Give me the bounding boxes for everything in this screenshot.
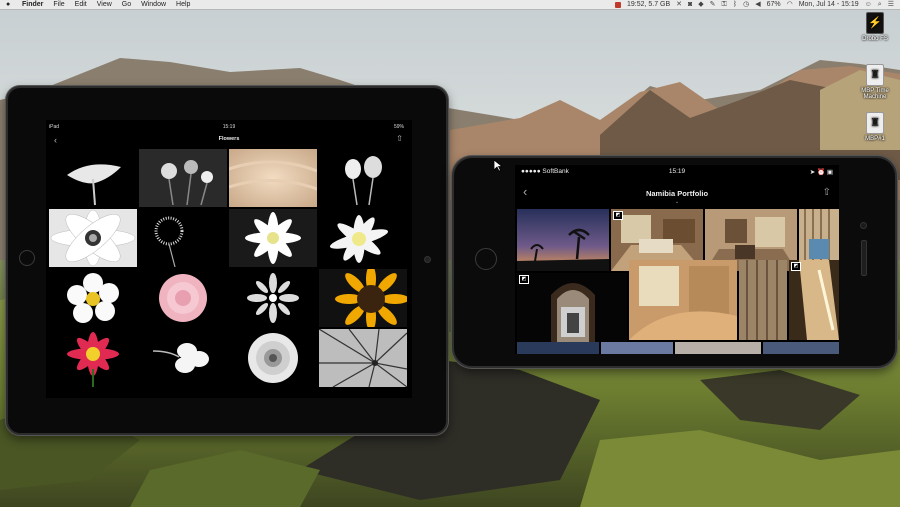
cs-icon[interactable]: ◙ [688,0,692,9]
drobo-icon: ⚡ [866,12,884,34]
tool-icon[interactable]: ✎ [710,0,716,9]
iphone-screen: ●●●●● SoftBank 15:19 ➤ ⏰ ▣ ‹ Namibia Por… [515,165,839,354]
iphone-home-button[interactable] [475,248,497,270]
ipad-screen: iPad 15:19 59% ‹ Flowers ⇧ [46,120,412,398]
photo-type-icon: ◩ [791,262,801,271]
photo-thumbnail[interactable] [319,269,407,327]
desktop-icon-label: Drobo FS [862,36,888,42]
photo-thumbnail[interactable] [139,329,227,387]
wifi-icon[interactable]: ◠ [787,0,793,9]
user-icon[interactable]: ☺ [865,0,872,9]
photo-type-icon: ◩ [613,211,623,220]
photo-thumbnail[interactable] [139,269,227,327]
menu-bar: ● Finder File Edit View Go Window Help 1… [0,0,900,10]
photo-thumbnail[interactable] [629,260,737,340]
menu-app-name[interactable]: Finder [22,0,43,9]
ipad-home-button[interactable] [19,250,35,266]
iphone-status-bar: ●●●●● SoftBank 15:19 ➤ ⏰ ▣ [515,168,839,178]
ipad-status-bar: iPad 15:19 59% [46,124,412,132]
share-icon[interactable]: ⇧ [396,134,403,143]
spotlight-search-icon[interactable]: ⌕ [878,0,882,9]
iphone-speaker [861,240,867,276]
photo-thumbnail[interactable] [49,329,137,387]
photo-thumbnail[interactable]: ◩ [789,260,839,340]
photo-thumbnail[interactable] [49,209,137,267]
ipad-camera [424,256,431,263]
menu-file[interactable]: File [53,0,64,9]
menu-edit[interactable]: Edit [75,0,87,9]
drive-icon: ♜ [866,112,884,134]
desktop-icon-drobo[interactable]: ⚡ Drobo FS [853,12,897,42]
photo-thumbnail[interactable] [229,149,317,207]
photo-thumbnail[interactable] [517,342,599,354]
ipad-status-battery: 59% [393,124,404,130]
chevron-down-icon[interactable]: ⌄ [515,199,839,205]
menu-view[interactable]: View [97,0,112,9]
dropbox-icon[interactable]: ◆ [698,0,703,9]
desktop-icon-label: MBP Time Machine [861,88,889,100]
album-title[interactable]: Namibia Portfolio [515,189,839,198]
notification-center-icon[interactable]: ☰ [888,0,894,9]
iphone-status-time: 15:19 [668,168,686,175]
photo-thumbnail[interactable] [675,342,761,354]
wifi-percent[interactable]: 67% [767,0,781,9]
album-title: Flowers [218,136,240,142]
desktop-icon-label: MBP#1 [865,136,885,142]
menu-window[interactable]: Window [141,0,166,9]
photo-thumbnail[interactable] [319,329,407,387]
photo-thumbnail[interactable] [229,209,317,267]
share-icon[interactable]: ⇧ [823,187,831,198]
photo-thumbnail[interactable] [49,149,137,207]
mouse-cursor-icon [494,160,502,172]
ipad-status-time: 15:19 [222,124,236,130]
drive-icon: ♜ [866,64,884,86]
apple-menu-icon[interactable]: ● [6,0,10,9]
photo-thumbnail[interactable] [739,260,787,340]
photo-thumbnail[interactable] [319,149,407,207]
clock[interactable]: Mon, Jul 14 - 15:19 [799,0,859,9]
photo-thumbnail[interactable] [601,342,673,354]
volume-icon[interactable]: ◀ [755,0,760,9]
photo-thumbnail[interactable] [139,149,227,207]
app-status-icon[interactable]: ✕ [676,0,682,9]
desktop-icon-time-machine[interactable]: ♜ MBP Time Machine [853,64,897,100]
photo-grid [49,149,409,387]
ipad-device: iPad 15:19 59% ‹ Flowers ⇧ [6,86,448,435]
photo-thumbnail[interactable] [49,269,137,327]
photo-thumbnail[interactable] [517,209,609,271]
iphone-nav-bar: ‹ Namibia Portfolio ⌄ ⇧ [515,183,839,205]
menu-list: Finder File Edit View Go Window Help [22,0,190,9]
photo-thumbnail[interactable]: ◩ [517,273,627,352]
photo-thumbnail[interactable] [229,329,317,387]
iphone-status-icons: ➤ ⏰ ▣ [809,169,833,176]
desktop-icon-mbp[interactable]: ♜ MBP#1 [853,112,897,142]
menu-go[interactable]: Go [122,0,131,9]
iphone-camera [860,222,867,229]
menu-help[interactable]: Help [176,0,190,9]
time-machine-icon[interactable]: ◷ [743,0,749,9]
photo-type-icon: ◩ [519,275,529,284]
key-icon[interactable]: ⚿ [722,0,727,9]
bluetooth-icon[interactable]: ᛒ [733,0,737,9]
ipad-nav-bar: ‹ Flowers ⇧ [46,134,412,148]
iphone-device: ●●●●● SoftBank 15:19 ➤ ⏰ ▣ ‹ Namibia Por… [452,156,897,368]
menu-status-area: 19:52, 5.7 GB ✕ ◙ ◆ ✎ ⚿ ᛒ ◷ ◀ 67% ◠ Mon,… [614,0,894,9]
photo-thumbnail[interactable] [763,342,839,354]
battery-time-readout[interactable]: 19:52, 5.7 GB [627,0,670,9]
photo-thumbnail[interactable] [319,209,407,267]
photo-thumbnail[interactable] [139,209,227,267]
record-icon[interactable] [614,2,621,8]
photo-thumbnail[interactable] [229,269,317,327]
photo-grid: ◩ ◩ ◩ [515,209,839,354]
